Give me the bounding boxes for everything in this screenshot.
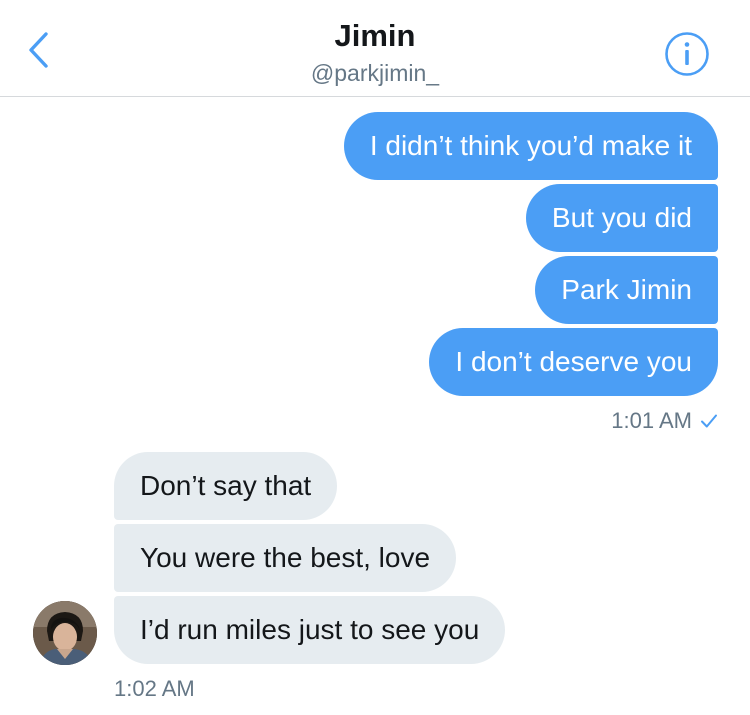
sent-message[interactable]: But you did (525, 184, 718, 252)
received-message[interactable]: You were the best, love (114, 524, 457, 592)
info-icon (665, 32, 709, 76)
sent-timestamp: 1:01 AM (611, 408, 692, 433)
avatar-image (33, 601, 97, 665)
checkmark-icon (701, 414, 717, 428)
sent-message[interactable]: I don’t deserve you (429, 328, 718, 396)
received-message[interactable]: I’d run miles just to see you (114, 596, 506, 664)
contact-handle: @parkjimin_ (310, 60, 440, 86)
contact-name[interactable]: Jimin (0, 18, 750, 54)
conversation-header: Jimin @parkjimin_ (0, 0, 750, 97)
sent-message[interactable]: I didn’t think you’d make it (343, 112, 718, 180)
info-button[interactable] (664, 31, 710, 77)
sent-message[interactable]: Park Jimin (535, 256, 718, 324)
received-message[interactable]: Don’t say that (114, 452, 338, 520)
avatar[interactable] (33, 601, 97, 665)
received-timestamp: 1:02 AM (114, 676, 195, 701)
sent-timestamp-row: 1:01 AM (611, 408, 718, 434)
